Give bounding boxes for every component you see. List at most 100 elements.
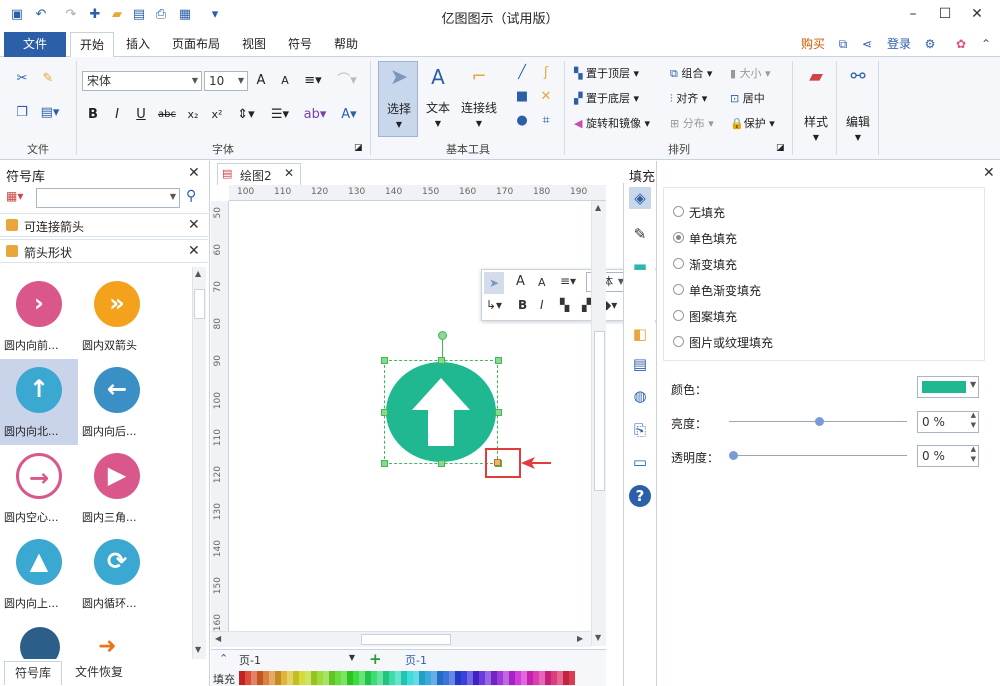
- collapse-ribbon-icon[interactable]: ⌃: [976, 32, 996, 57]
- font-color-icon[interactable]: A▾: [336, 105, 362, 125]
- send-back-button[interactable]: ▞ 置于底层 ▾: [574, 90, 664, 106]
- drawing-tab[interactable]: ▤ 绘图2 ✕: [217, 163, 301, 185]
- connector-style-icon[interactable]: ↳▾: [486, 298, 502, 312]
- text-tool-button[interactable]: A 文本 ▼: [420, 61, 456, 137]
- size-button[interactable]: ▮ 大小 ▾: [730, 65, 790, 81]
- scroll-up-icon[interactable]: ▲: [195, 269, 201, 278]
- palette-swatch[interactable]: [569, 671, 575, 685]
- send-back-icon[interactable]: ▞: [582, 298, 591, 312]
- attachment-icon[interactable]: ⎘: [629, 419, 651, 441]
- underline-icon[interactable]: U: [132, 105, 150, 125]
- italic-icon[interactable]: I: [108, 105, 126, 125]
- help-icon[interactable]: ?: [629, 485, 651, 507]
- format-painter-icon[interactable]: ✎: [38, 69, 58, 89]
- bring-front-icon[interactable]: ▚: [560, 298, 569, 312]
- copy-icon[interactable]: ❐: [12, 103, 32, 123]
- chevron-up-icon[interactable]: ⌃: [219, 652, 228, 665]
- tab-help[interactable]: 帮助: [326, 32, 366, 57]
- scroll-right-icon[interactable]: ▶: [577, 634, 583, 643]
- brightness-input[interactable]: 0 % ▲ ▼: [917, 411, 979, 433]
- control-point-handle[interactable]: [494, 459, 501, 466]
- shape-circle-up[interactable]: ▲ 圆内向上...: [0, 531, 78, 617]
- grow-font-icon[interactable]: A: [516, 274, 525, 289]
- theme-icon[interactable]: ✿: [950, 32, 972, 57]
- circle-refresh-icon[interactable]: [20, 627, 60, 659]
- subscript-icon[interactable]: x₂: [184, 105, 202, 125]
- tab-symbol-library[interactable]: 符号库: [4, 661, 62, 685]
- close-button[interactable]: ✕: [962, 4, 992, 24]
- tab-symbol[interactable]: 符号: [280, 32, 320, 57]
- radio-single-gradient-fill[interactable]: 单色渐变填充: [673, 281, 853, 299]
- scroll-left-icon[interactable]: ◀: [215, 634, 221, 643]
- library-scrollbar[interactable]: ▲ ▼: [192, 267, 206, 659]
- window-icon[interactable]: ⧉: [834, 32, 852, 57]
- settings-gear-icon[interactable]: ⚙: [918, 32, 942, 57]
- curve-icon[interactable]: ⌒▾: [332, 71, 362, 91]
- paragraph-icon[interactable]: ≡▾: [560, 274, 576, 288]
- strikethrough-icon[interactable]: abc: [156, 105, 178, 125]
- comment-icon[interactable]: ▭: [629, 451, 651, 473]
- font-name-select[interactable]: 宋体 ▼: [82, 71, 202, 91]
- scroll-down-icon[interactable]: ▼: [195, 645, 201, 654]
- pointer-icon[interactable]: ➤: [484, 272, 504, 294]
- canvas-horizontal-scrollbar[interactable]: ◀ ▶: [211, 631, 591, 647]
- paste-icon[interactable]: ▤▾: [38, 103, 62, 123]
- resize-handle-s[interactable]: [438, 460, 445, 467]
- line-panel-icon[interactable]: ✎: [629, 223, 651, 245]
- font-size-select[interactable]: 10 ▼: [204, 71, 248, 91]
- library-menu-icon[interactable]: ▦▾: [6, 189, 34, 207]
- scroll-down-icon[interactable]: ▼: [595, 633, 601, 642]
- rectangle-tool-icon[interactable]: ■: [512, 87, 532, 107]
- line-tool-icon[interactable]: ╱: [512, 63, 532, 83]
- grow-font-icon[interactable]: A: [252, 71, 270, 91]
- resize-handle-w[interactable]: [381, 409, 388, 416]
- radio-gradient-fill[interactable]: 渐变填充: [673, 255, 853, 273]
- font-dialog-launcher-icon[interactable]: ◪: [354, 143, 363, 153]
- tab-file-recovery[interactable]: 文件恢复: [66, 661, 132, 685]
- radio-picture-fill[interactable]: 图片或纹理填充: [673, 333, 853, 351]
- shrink-font-icon[interactable]: A: [276, 71, 294, 91]
- list-icon[interactable]: ☰▾: [266, 105, 294, 125]
- layer-panel-icon[interactable]: ◧: [629, 323, 651, 345]
- tab-view[interactable]: 视图: [234, 32, 274, 57]
- shape-circle-cycle[interactable]: ⟳ 圆内循环...: [78, 531, 156, 617]
- shape-circle-hollow[interactable]: → 圆内空心...: [0, 445, 78, 531]
- scroll-thumb[interactable]: [194, 289, 205, 319]
- transparency-slider-thumb[interactable]: [729, 451, 738, 460]
- color-picker[interactable]: ▼: [917, 376, 979, 398]
- rotation-handle[interactable]: [438, 331, 447, 340]
- shape-circle-back[interactable]: ← 圆内向后...: [78, 359, 156, 445]
- close-icon[interactable]: ✕: [983, 165, 995, 181]
- select-tool-button[interactable]: ➤ 选择 ▼: [378, 61, 418, 137]
- shape-circle-north[interactable]: ↑ 圆内向北...: [0, 359, 78, 445]
- share-icon[interactable]: ⋖: [858, 32, 876, 57]
- fill-panel-icon[interactable]: ◈: [629, 187, 651, 209]
- cross-tool-icon[interactable]: ✕: [536, 87, 556, 107]
- center-button[interactable]: ⊡ 居中: [730, 90, 790, 106]
- bring-front-button[interactable]: ▚ 置于顶层 ▾: [574, 65, 664, 81]
- connector-tool-button[interactable]: ⌐ 连接线 ▼: [458, 61, 500, 137]
- page-panel-icon[interactable]: ▤: [629, 353, 651, 375]
- protect-button[interactable]: 🔒保护 ▾: [730, 115, 790, 131]
- ellipse-tool-icon[interactable]: ●: [512, 111, 532, 131]
- italic-icon[interactable]: I: [540, 298, 544, 312]
- close-icon[interactable]: ✕: [188, 217, 200, 233]
- canvas-vertical-scrollbar[interactable]: ▲ ▼: [591, 201, 606, 646]
- file-menu[interactable]: 文件: [4, 32, 66, 57]
- brightness-slider-thumb[interactable]: [815, 417, 824, 426]
- circle-up-arrow-shape[interactable]: [386, 362, 496, 462]
- transparency-input[interactable]: 0 % ▲ ▼: [917, 445, 979, 467]
- library-search-input[interactable]: ▼: [36, 188, 180, 208]
- paragraph-icon[interactable]: ≡▾: [300, 71, 326, 91]
- login-link[interactable]: 登录: [882, 32, 916, 57]
- radio-pattern-fill[interactable]: 图案填充: [673, 307, 853, 325]
- shape-circle-triangle[interactable]: ▶ 圆内三角...: [78, 445, 156, 531]
- close-icon[interactable]: ✕: [188, 165, 200, 181]
- superscript-icon[interactable]: x²: [208, 105, 226, 125]
- buy-link[interactable]: 购买: [796, 32, 830, 57]
- scroll-thumb[interactable]: [361, 634, 451, 645]
- radio-no-fill[interactable]: 无填充: [673, 203, 853, 221]
- transparency-slider-track[interactable]: [729, 455, 907, 456]
- tab-insert[interactable]: 插入: [118, 32, 158, 57]
- edit-button[interactable]: ⚯ 编辑 ▼: [838, 61, 878, 151]
